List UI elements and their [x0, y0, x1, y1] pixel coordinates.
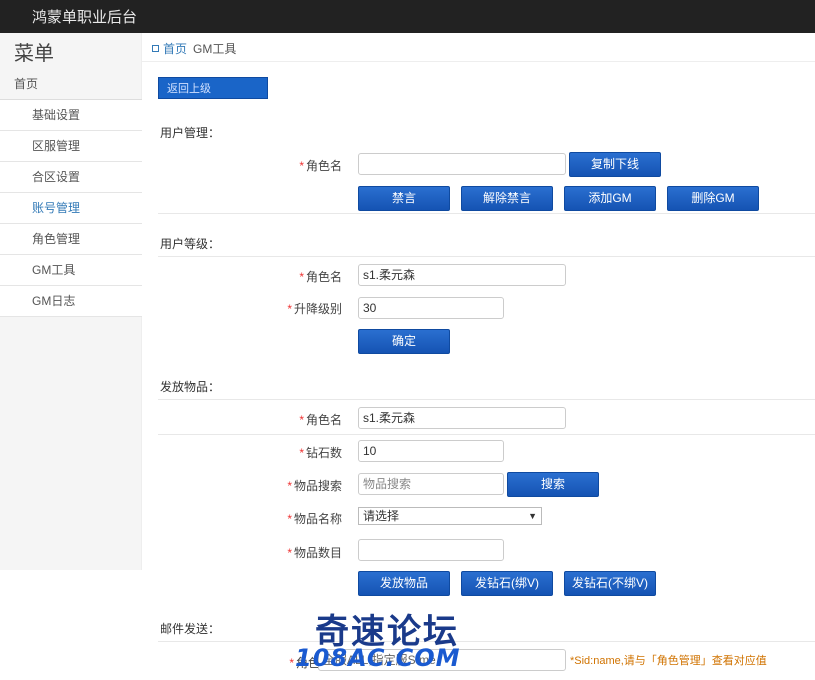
breadcrumb: 首页 GM工具 — [152, 40, 236, 57]
level-change-input[interactable]: 30 — [358, 297, 504, 319]
sidebar-item-role-management[interactable]: 角色管理 — [0, 224, 142, 255]
unmute-button[interactable]: 解除禁言 — [461, 186, 553, 211]
sidebar-item-account-management[interactable]: 账号管理 — [0, 193, 142, 224]
sidebar-item-merge-settings[interactable]: 合区设置 — [0, 162, 142, 193]
remove-gm-button[interactable]: 删除GM — [667, 186, 759, 211]
diamond-count-input[interactable]: 10 — [358, 440, 504, 462]
item-name-select[interactable]: 请选择 ▼ — [358, 507, 542, 525]
watermark-en: 108AC.COM — [295, 644, 461, 672]
chevron-down-icon: ▼ — [528, 511, 537, 521]
sidebar-item-gm-tools[interactable]: GM工具 — [0, 255, 142, 286]
level-role-label: * 角色名 — [299, 270, 342, 284]
breadcrumb-current: GM工具 — [193, 42, 237, 56]
diamond-count-label: * 钻石数 — [299, 446, 342, 460]
divider — [158, 213, 815, 214]
level-change-label: * 升降级别 — [287, 302, 342, 316]
home-icon — [152, 45, 159, 52]
sidebar-item-basic-settings[interactable]: 基础设置 — [0, 100, 142, 131]
add-gm-button[interactable]: 添加GM — [564, 186, 656, 211]
item-count-label: * 物品数目 — [287, 546, 342, 560]
mail-title: 邮件发送： — [160, 622, 221, 636]
user-role-input[interactable] — [358, 153, 566, 175]
item-name-label: * 物品名称 — [287, 512, 342, 526]
copy-offline-button[interactable]: 复制下线 — [569, 152, 661, 177]
item-role-label: * 角色名 — [299, 413, 342, 427]
watermark: 奇速论坛 108AC.COM — [295, 604, 515, 674]
top-bar: 鸿蒙单职业后台 — [0, 0, 815, 33]
item-role-input[interactable]: s1.柔元森 — [358, 407, 566, 429]
sidebar-item-gm-log[interactable]: GM日志 — [0, 286, 142, 317]
divider — [142, 61, 815, 62]
confirm-level-button[interactable]: 确定 — [358, 329, 450, 354]
send-diamond-bound-button[interactable]: 发钻石(绑V) — [461, 571, 553, 596]
breadcrumb-home[interactable]: 首页 — [163, 42, 187, 56]
item-count-input[interactable] — [358, 539, 504, 561]
sidebar-item-home[interactable]: 首页 — [0, 69, 142, 100]
user-management-title: 用户管理： — [160, 126, 221, 140]
sidebar: 菜单 首页 基础设置 区服管理 合区设置 账号管理 角色管理 GM工具 GM日志 — [0, 33, 142, 570]
item-search-label: * 物品搜索 — [287, 479, 342, 493]
divider — [158, 434, 815, 435]
send-item-button[interactable]: 发放物品 — [358, 571, 450, 596]
item-search-input[interactable]: 物品搜索 — [358, 473, 504, 495]
mail-hint: *Sid:name,请与「角色管理」查看对应值 — [570, 655, 767, 667]
divider — [158, 256, 815, 257]
menu-title: 菜单 — [14, 43, 54, 65]
app-title: 鸿蒙单职业后台 — [32, 9, 138, 26]
level-role-input[interactable]: s1.柔元森 — [358, 264, 566, 286]
mute-button[interactable]: 禁言 — [358, 186, 450, 211]
send-items-title: 发放物品： — [160, 380, 221, 394]
user-role-label: * 角色名 — [299, 159, 342, 173]
back-button[interactable]: 返回上级 — [158, 77, 268, 99]
divider — [158, 399, 815, 400]
sidebar-item-server-management[interactable]: 区服管理 — [0, 131, 142, 162]
user-level-title: 用户等级： — [160, 237, 221, 251]
item-search-button[interactable]: 搜索 — [507, 472, 599, 497]
send-diamond-unbound-button[interactable]: 发钻石(不绑V) — [564, 571, 656, 596]
